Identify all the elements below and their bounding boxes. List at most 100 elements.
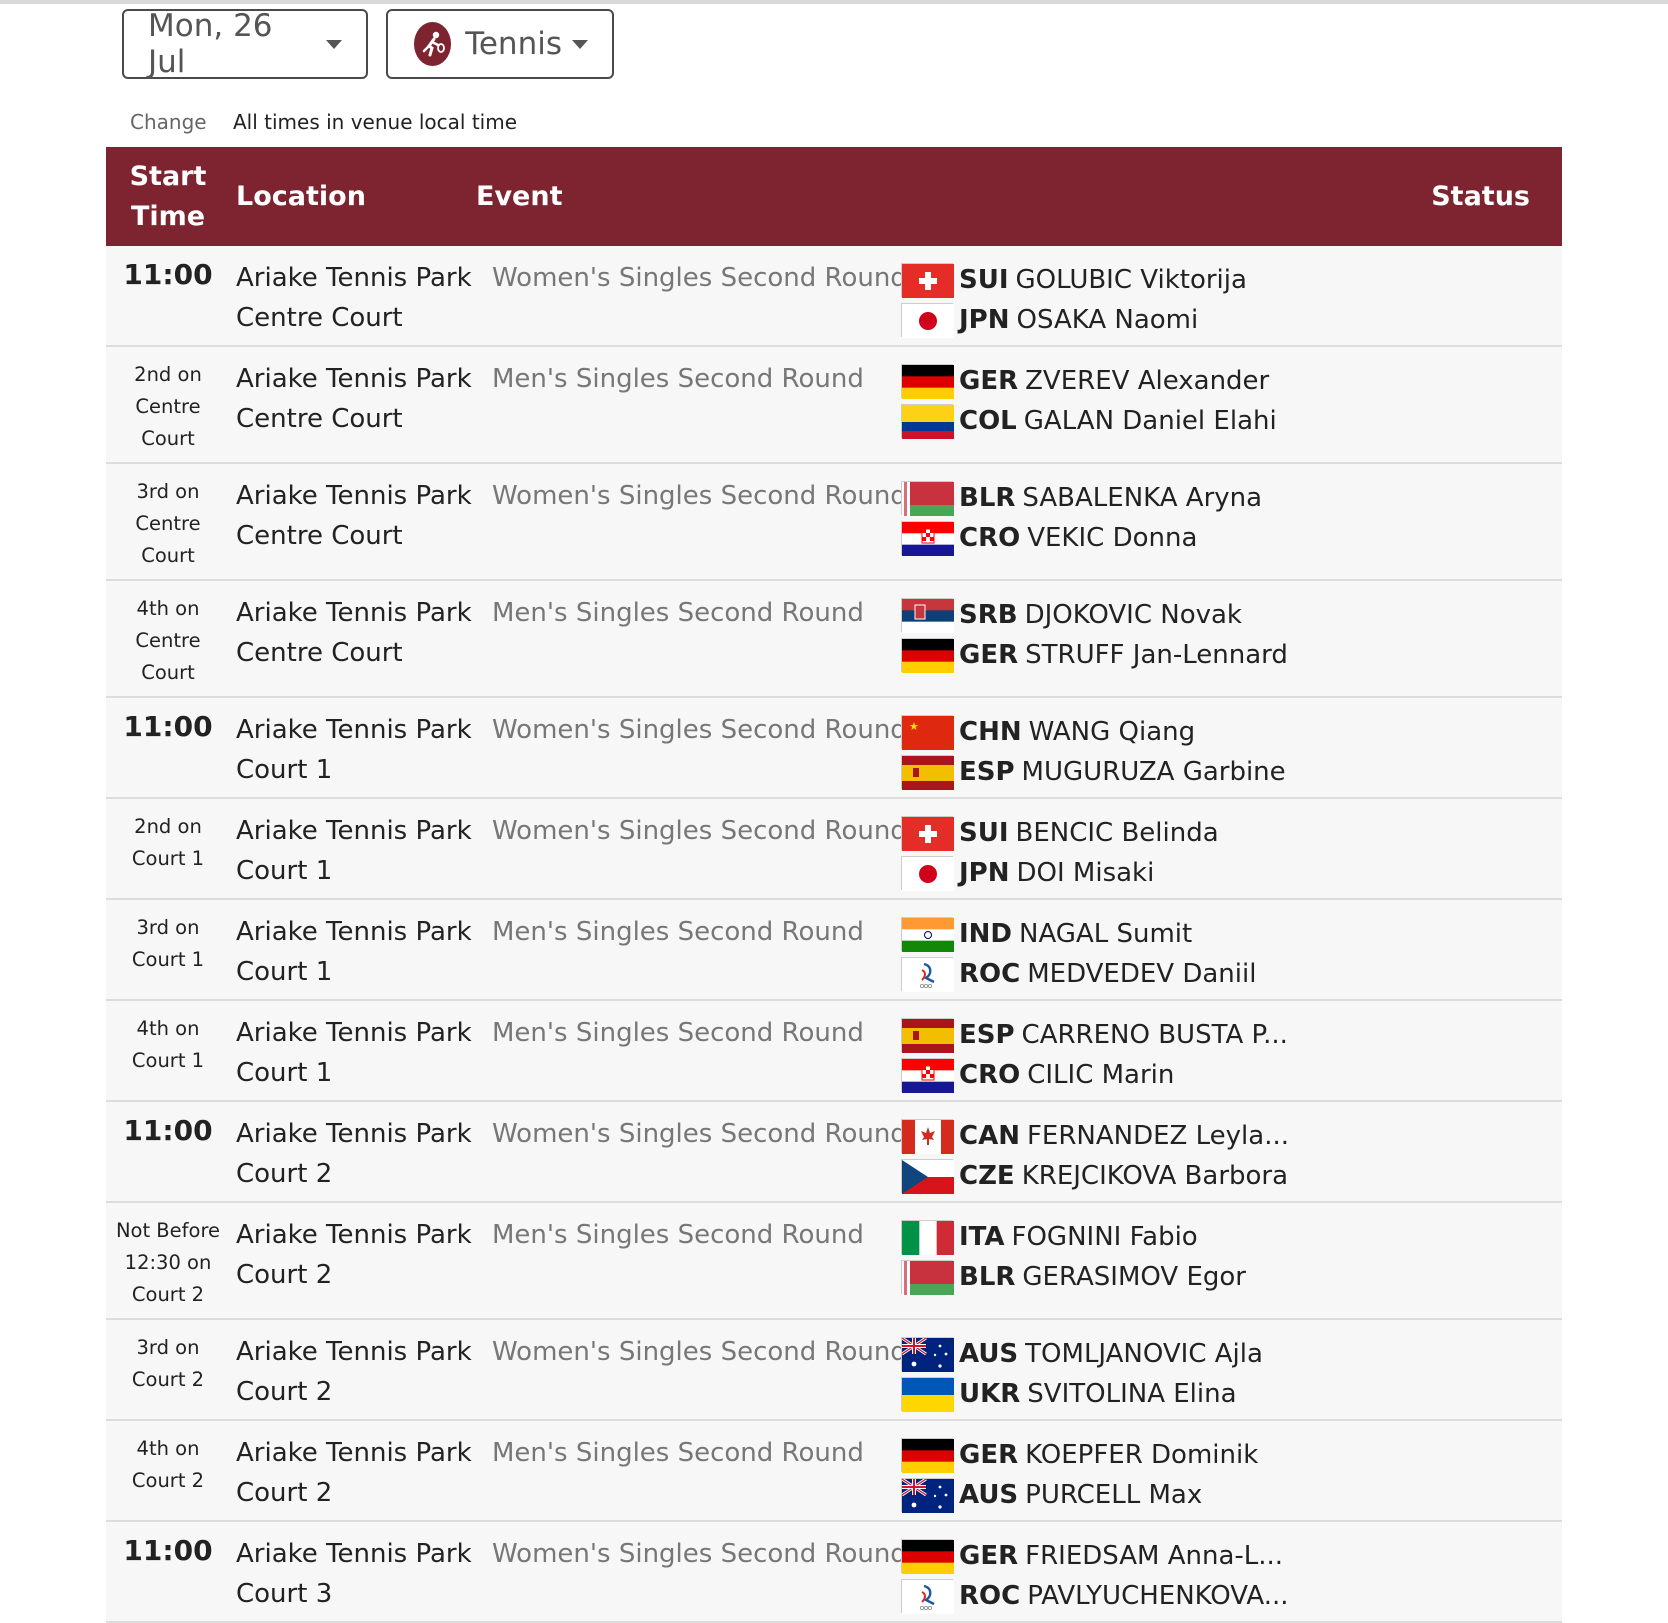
- court-name: Court 2: [236, 1377, 333, 1407]
- event-name: Women's Singles Second Round: [492, 1337, 907, 1367]
- location-cell: Ariake Tennis Park Court 3: [236, 1534, 476, 1614]
- start-time-cell: 11:00: [106, 1534, 230, 1567]
- competitors-cell: BLR SABALENKA Aryna CRO VEKIC Donna: [901, 478, 1501, 558]
- event-name: Men's Singles Second Round: [492, 1220, 864, 1250]
- noc-code: COL: [959, 406, 1017, 436]
- location-cell: Ariake Tennis Park Court 1: [236, 811, 476, 891]
- header-event: Event: [476, 181, 563, 212]
- table-row[interactable]: 2nd on Centre Court Ariake Tennis Park Centr…: [106, 347, 1562, 464]
- noc-code: IND: [959, 919, 1013, 949]
- competitor: CRO CILIC Marin: [901, 1055, 1501, 1095]
- table-row[interactable]: 3rd on Court 2 Ariake Tennis Park Court 2 Wo…: [106, 1320, 1562, 1421]
- timezone-note: All times in venue local time: [233, 110, 518, 134]
- venue-name: Ariake Tennis Park: [236, 364, 472, 394]
- competitor: BLR SABALENKA Aryna: [901, 478, 1501, 518]
- event-name: Women's Singles Second Round: [492, 816, 907, 846]
- athlete-name: DJOKOVIC Novak: [1024, 600, 1242, 630]
- competitor: UKR SVITOLINA Elina: [901, 1374, 1501, 1414]
- court-name: Court 3: [236, 1579, 333, 1609]
- venue-name: Ariake Tennis Park: [236, 1539, 472, 1569]
- tennis-player-icon: [414, 22, 452, 66]
- noc-code: JPN: [959, 858, 1010, 888]
- athlete-name: GOLUBIC Viktorija: [1015, 265, 1247, 295]
- noc-code: CRO: [959, 1060, 1021, 1090]
- noc-code: CAN: [959, 1121, 1020, 1151]
- noc-code: ITA: [959, 1222, 1005, 1252]
- court-name: Centre Court: [236, 404, 403, 434]
- noc-code: SRB: [959, 600, 1018, 630]
- table-row[interactable]: 2nd on Court 1 Ariake Tennis Park Court 1 Wo…: [106, 799, 1562, 900]
- venue-name: Ariake Tennis Park: [236, 917, 472, 947]
- competitor: ★ CHN WANG Qiang: [901, 712, 1501, 752]
- table-row[interactable]: 11:00 Ariake Tennis Park Court 2 Women's Si…: [106, 1102, 1562, 1203]
- table-row[interactable]: 11:00 Ariake Tennis Park Court 1 Women's Si…: [106, 698, 1562, 799]
- competitors-cell: GER ZVEREV Alexander COL GALAN Daniel Elahi: [901, 361, 1501, 441]
- noc-code: SUI: [959, 818, 1009, 848]
- court-name: Court 1: [236, 755, 333, 785]
- competitor: SRB DJOKOVIC Novak: [901, 595, 1501, 635]
- noc-code: ESP: [959, 1020, 1015, 1050]
- flag-esp-icon: [901, 755, 954, 790]
- flag-roc-icon: [901, 957, 954, 992]
- start-order-note: Court 1: [131, 1049, 205, 1072]
- start-time: 11:00: [123, 1534, 213, 1567]
- sport-dropdown[interactable]: Tennis: [386, 9, 614, 79]
- athlete-name: PURCELL Max: [1025, 1480, 1203, 1510]
- competitor: SUI GOLUBIC Viktorija: [901, 260, 1501, 300]
- header-start-line2: Time: [130, 200, 206, 232]
- venue-name: Ariake Tennis Park: [236, 481, 472, 511]
- start-order-note: 3rd on: [136, 480, 200, 503]
- competitor: JPN OSAKA Naomi: [901, 300, 1501, 340]
- athlete-name: VEKIC Donna: [1027, 523, 1198, 553]
- court-name: Centre Court: [236, 521, 403, 551]
- table-row[interactable]: 4th on Centre Court Ariake Tennis Park Centr…: [106, 581, 1562, 698]
- start-time-cell: 3rd on Court 1: [106, 912, 230, 976]
- table-row[interactable]: 11:00 Ariake Tennis Park Court 3 Women's Si…: [106, 1522, 1562, 1623]
- flag-jpn-icon: [901, 303, 954, 338]
- location-cell: Ariake Tennis Park Court 2: [236, 1332, 476, 1412]
- athlete-name: FOGNINI Fabio: [1011, 1222, 1198, 1252]
- competitor: ESP MUGURUZA Garbine: [901, 752, 1501, 792]
- change-link[interactable]: Change: [130, 110, 207, 134]
- athlete-name: WANG Qiang: [1028, 717, 1196, 747]
- schedule-table: Start Time Location Event Status 11:00 Ar…: [106, 147, 1562, 1623]
- flag-can-icon: [901, 1119, 954, 1154]
- athlete-name: STRUFF Jan-Lennard: [1025, 640, 1288, 670]
- location-cell: Ariake Tennis Park Court 1: [236, 912, 476, 992]
- start-time-cell: 3rd on Court 2: [106, 1332, 230, 1396]
- competitor: GER FRIEDSAM Anna-L...: [901, 1536, 1501, 1576]
- table-row[interactable]: 11:00 Ariake Tennis Park Centre Court Women…: [106, 246, 1562, 347]
- flag-blr-icon: [901, 1260, 954, 1295]
- competitors-cell: SRB DJOKOVIC Novak GER STRUFF Jan-Lennard: [901, 595, 1501, 675]
- competitor: CRO VEKIC Donna: [901, 518, 1501, 558]
- flag-chn-icon: ★: [901, 715, 954, 750]
- competitor: ROC MEDVEDEV Daniil: [901, 954, 1501, 994]
- competitor: ITA FOGNINI Fabio: [901, 1217, 1501, 1257]
- start-order-note: 3rd on: [136, 1336, 200, 1359]
- athlete-name: GERASIMOV Egor: [1022, 1262, 1246, 1292]
- noc-code: BLR: [959, 483, 1016, 513]
- table-row[interactable]: 4th on Court 2 Ariake Tennis Park Court 2 Me…: [106, 1421, 1562, 1522]
- flag-srb-icon: [901, 598, 954, 633]
- venue-name: Ariake Tennis Park: [236, 263, 472, 293]
- flag-cze-icon: [901, 1159, 954, 1194]
- start-time-cell: 11:00: [106, 258, 230, 291]
- location-cell: Ariake Tennis Park Centre Court: [236, 476, 476, 556]
- flag-aus-icon: [901, 1478, 954, 1513]
- competitor: ROC PAVLYUCHENKOVA...: [901, 1576, 1501, 1616]
- table-row[interactable]: Not Before 12:30 on Court 2 Ariake Tennis P…: [106, 1203, 1562, 1320]
- start-order-note: 3rd on: [136, 916, 200, 939]
- table-row[interactable]: 4th on Court 1 Ariake Tennis Park Court 1 Me…: [106, 1001, 1562, 1102]
- court-name: Centre Court: [236, 303, 403, 333]
- table-row[interactable]: 3rd on Centre Court Ariake Tennis Park Centr…: [106, 464, 1562, 581]
- table-row[interactable]: 3rd on Court 1 Ariake Tennis Park Court 1 Me…: [106, 900, 1562, 1001]
- athlete-name: DOI Misaki: [1016, 858, 1155, 888]
- competitors-cell: ESP CARRENO BUSTA P... CRO CILIC Marin: [901, 1015, 1501, 1095]
- flag-ind-icon: [901, 917, 954, 952]
- location-cell: Ariake Tennis Park Court 2: [236, 1215, 476, 1295]
- venue-name: Ariake Tennis Park: [236, 1018, 472, 1048]
- date-dropdown[interactable]: Mon, 26 Jul: [122, 8, 368, 80]
- athlete-name: MUGURUZA Garbine: [1021, 757, 1286, 787]
- noc-code: GER: [959, 640, 1019, 670]
- start-order-note: Centre: [135, 395, 201, 418]
